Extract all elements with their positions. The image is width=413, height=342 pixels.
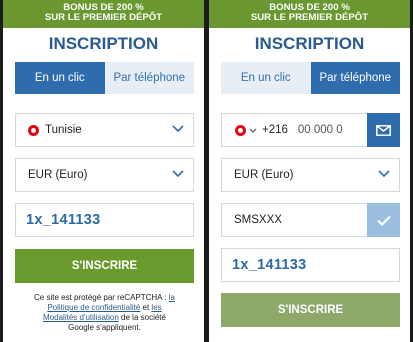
- currency-select[interactable]: EUR (Euro): [15, 158, 194, 192]
- bonus-banner-line2: SUR LE PREMIER DÉPÔT: [44, 12, 163, 23]
- registration-panel-by-phone: BONUS DE 200 % SUR LE PREMIER DÉPÔT INSC…: [209, 0, 410, 342]
- promo-code-value: 1x_141133: [26, 212, 101, 228]
- page-title: INSCRIPTION: [48, 34, 159, 53]
- recaptcha-text-suffix: de la société: [118, 313, 166, 322]
- registration-tabs: En un clic Par téléphone: [15, 62, 194, 94]
- promo-code-input[interactable]: 1x_141133: [15, 203, 194, 237]
- currency-select-value: EUR (Euro): [234, 169, 294, 181]
- tab-one-click[interactable]: En un clic: [221, 62, 311, 94]
- sms-code-value: SMSXXX: [234, 214, 282, 226]
- promo-code-value: 1x_141133: [232, 257, 307, 273]
- tunisia-flag-icon: [235, 124, 246, 136]
- envelope-icon: [376, 124, 391, 136]
- bonus-banner: BONUS DE 200 % SUR LE PREMIER DÉPÔT: [209, 0, 410, 28]
- register-button[interactable]: S'INSCRIRE: [15, 249, 194, 283]
- currency-select-value: EUR (Euro): [28, 169, 88, 181]
- tab-one-click[interactable]: En un clic: [15, 62, 105, 94]
- terms-link[interactable]: Modalités d'utilisation: [43, 313, 119, 322]
- privacy-policy-link[interactable]: Politique de confidentialité: [47, 303, 140, 312]
- terms-link-a[interactable]: les: [151, 303, 161, 312]
- chevron-down-icon: [172, 170, 184, 178]
- send-sms-button[interactable]: [367, 113, 400, 147]
- recaptcha-notice: Ce site est protégé par reCAPTCHA : la P…: [17, 293, 192, 333]
- registration-panel-one-click: BONUS DE 200 % SUR LE PREMIER DÉPÔT INSC…: [3, 0, 204, 342]
- dial-code: +216: [262, 124, 288, 136]
- phone-field[interactable]: +216 00 000 0: [221, 113, 400, 147]
- bonus-banner: BONUS DE 200 % SUR LE PREMIER DÉPÔT: [3, 0, 204, 28]
- recaptcha-text-mid: et: [140, 303, 152, 312]
- chevron-down-icon: [172, 125, 184, 133]
- recaptcha-text-prefix: Ce site est protégé par reCAPTCHA :: [34, 293, 169, 302]
- register-button[interactable]: S'INSCRIRE: [221, 293, 400, 327]
- privacy-policy-link-a[interactable]: la: [169, 293, 175, 302]
- tab-by-phone[interactable]: Par téléphone: [310, 62, 400, 94]
- recaptcha-text-suffix-2: Google s'appliquent.: [68, 323, 141, 332]
- tunisia-flag-icon: [28, 124, 39, 136]
- phone-number-input[interactable]: 00 000 0: [298, 124, 343, 136]
- chevron-down-icon[interactable]: [249, 128, 257, 133]
- sms-code-input[interactable]: SMSXXX: [221, 203, 400, 237]
- country-select[interactable]: Tunisie: [15, 113, 194, 147]
- country-select-value: Tunisie: [45, 124, 82, 136]
- confirm-code-button[interactable]: [367, 203, 400, 237]
- chevron-down-icon: [378, 170, 390, 178]
- bonus-banner-line2: SUR LE PREMIER DÉPÔT: [250, 12, 369, 23]
- registration-tabs: En un clic Par téléphone: [221, 62, 400, 94]
- page-title: INSCRIPTION: [254, 34, 365, 53]
- promo-code-input[interactable]: 1x_141133: [221, 248, 400, 282]
- tab-by-phone[interactable]: Par téléphone: [104, 62, 194, 94]
- checkmark-icon: [376, 215, 391, 226]
- currency-select[interactable]: EUR (Euro): [221, 158, 400, 192]
